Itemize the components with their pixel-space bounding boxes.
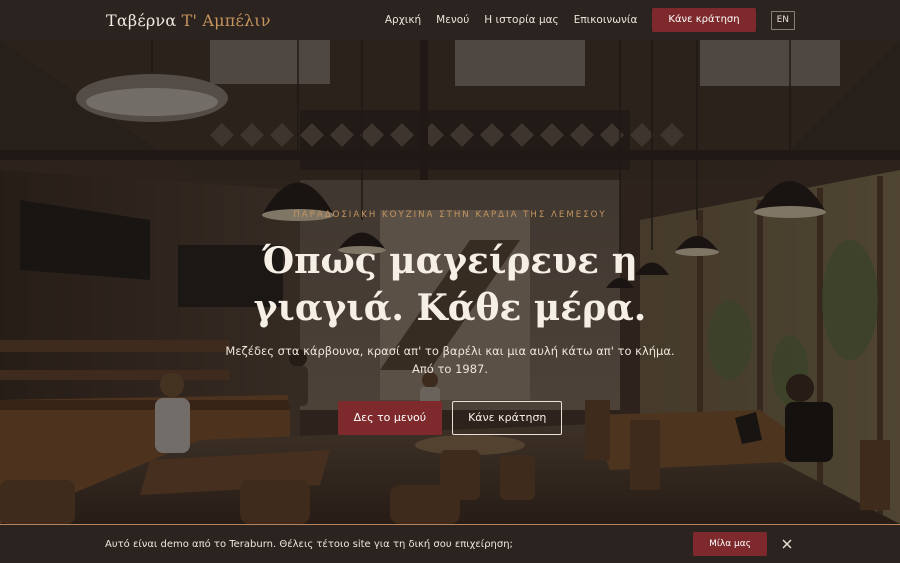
top-navbar: Ταβέρνα Τ' Αμπέλιν Αρχική Μενού Η ιστορί… — [0, 0, 900, 40]
hero-headline-line-2: γιαγιά. Κάθε μέρα. — [253, 287, 647, 329]
brand-name: Ταβέρνα — [106, 10, 182, 30]
nav-link-contact[interactable]: Επικοινωνία — [574, 14, 638, 26]
nav-reservation-button[interactable]: Κάνε κράτηση — [652, 8, 756, 32]
hero-subtext-line-1: Μεζέδες στα κάρβουνα, κρασί απ' το βαρέλ… — [225, 344, 675, 358]
contact-us-button[interactable]: Μίλα μας — [693, 532, 767, 556]
hero-headline-line-1: Όπως μαγείρευε η — [262, 240, 638, 282]
close-icon[interactable] — [781, 538, 793, 550]
hero-eyebrow: ΠΑΡΑΔΟΣΙΑΚΗ ΚΟΥΖΙΝΑ ΣΤΗΝ ΚΑΡΔΙΑ ΤΗΣ ΛΕΜΕ… — [293, 210, 607, 220]
hero-buttons: Δες το μενού Κάνε κράτηση — [0, 401, 900, 435]
nav-links: Αρχική Μενού Η ιστορία μας Επικοινωνία Κ… — [385, 8, 795, 32]
hero-subtext: Μεζέδες στα κάρβουνα, κρασί απ' το βαρέλ… — [0, 342, 900, 378]
hero-section: ΠΑΡΑΔΟΣΙΑΚΗ ΚΟΥΖΙΝΑ ΣΤΗΝ ΚΑΡΔΙΑ ΤΗΣ ΛΕΜΕ… — [0, 40, 900, 524]
nav-link-menu[interactable]: Μενού — [436, 14, 469, 26]
brand-name-accent: Τ' Αμπέλιν — [181, 10, 271, 30]
hero-headline: Όπως μαγείρευε η γιαγιά. Κάθε μέρα. — [0, 238, 900, 332]
language-toggle[interactable]: EN — [770, 10, 795, 30]
demo-banner-text: Αυτό είναι demo από το Teraburn. Θέλεις … — [105, 538, 513, 550]
hero-subtext-line-2: Από το 1987. — [411, 362, 489, 376]
demo-banner: Αυτό είναι demo από το Teraburn. Θέλεις … — [0, 524, 900, 563]
hero-content: ΠΑΡΑΔΟΣΙΑΚΗ ΚΟΥΖΙΝΑ ΣΤΗΝ ΚΑΡΔΙΑ ΤΗΣ ΛΕΜΕ… — [0, 40, 900, 524]
nav-link-story[interactable]: Η ιστορία μας — [484, 14, 558, 26]
make-reservation-button[interactable]: Κάνε κράτηση — [452, 401, 563, 435]
brand-logo[interactable]: Ταβέρνα Τ' Αμπέλιν — [106, 11, 271, 30]
nav-link-home[interactable]: Αρχική — [385, 14, 421, 26]
view-menu-button[interactable]: Δες το μενού — [337, 401, 443, 435]
